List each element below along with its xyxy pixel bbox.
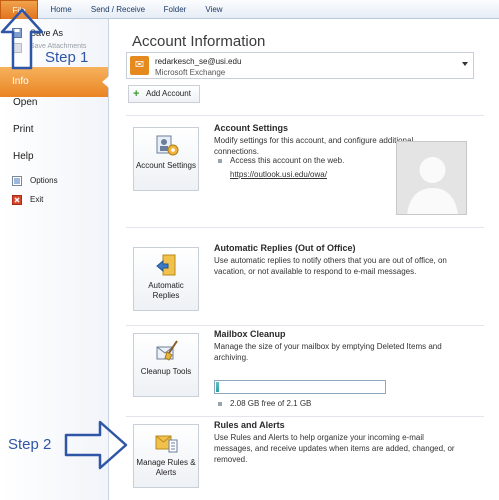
automatic-replies-heading: Automatic Replies (Out of Office) <box>214 243 356 253</box>
account-settings-heading: Account Settings <box>214 123 289 133</box>
rules-alerts-description: Use Rules and Alerts to help organize yo… <box>214 433 455 464</box>
cleanup-tools-button-label: Cleanup Tools <box>140 367 192 376</box>
sidebar-item-label: Print <box>13 124 34 135</box>
account-type: Microsoft Exchange <box>155 68 226 77</box>
account-selector[interactable]: ✉ redarkesch_se@usi.edu Microsoft Exchan… <box>126 52 474 79</box>
automatic-replies-icon <box>156 254 176 276</box>
sidebar-item-label: Info <box>12 76 29 87</box>
tab-view[interactable]: View <box>198 0 230 19</box>
sidebar-item-info[interactable]: Info <box>0 67 109 97</box>
tab-send-receive[interactable]: Send / Receive <box>84 0 152 19</box>
mailbox-quota-bar <box>214 380 386 394</box>
bullet-icon <box>218 159 222 163</box>
add-account-label: Add Account <box>146 89 191 98</box>
sidebar-item-label: Help <box>13 151 34 162</box>
account-settings-button[interactable]: Account Settings <box>133 127 199 191</box>
divider <box>126 115 484 116</box>
manage-rules-alerts-button[interactable]: Manage Rules & Alerts <box>133 424 199 488</box>
sidebar-item-label: Exit <box>30 195 44 204</box>
rules-alerts-heading: Rules and Alerts <box>214 420 285 430</box>
tab-home[interactable]: Home <box>42 0 80 19</box>
owa-link[interactable]: https://outlook.usi.edu/owa/ <box>230 170 327 179</box>
page-title: Account Information <box>132 33 266 50</box>
plus-icon: + <box>133 88 140 100</box>
account-settings-description: Modify settings for this account, and co… <box>214 136 414 156</box>
divider <box>126 227 484 228</box>
step2-arrow-icon <box>64 420 128 470</box>
tab-folder[interactable]: Folder <box>155 0 195 19</box>
account-email: redarkesch_se@usi.edu <box>155 57 242 66</box>
automatic-replies-section: Automatic Replies Automatic Replies (Out… <box>126 239 490 325</box>
sidebar-item-label: Options <box>30 176 58 185</box>
automatic-replies-button[interactable]: Automatic Replies <box>133 247 199 311</box>
exit-icon <box>12 195 22 205</box>
web-access-text: Access this account on the web. <box>230 156 345 165</box>
mailbox-cleanup-description: Manage the size of your mailbox by empty… <box>214 342 442 362</box>
step1-arrow-icon <box>0 8 44 70</box>
rules-alerts-icon <box>155 435 178 453</box>
sidebar-item-label: Open <box>13 97 38 108</box>
mailbox-cleanup-section: Cleanup Tools Mailbox Cleanup Manage the… <box>126 325 490 411</box>
automatic-replies-description: Use automatic replies to notify others t… <box>214 256 447 276</box>
ribbon-tab-bar: File Home Send / Receive Folder View <box>0 0 499 19</box>
rules-alerts-section: Manage Rules & Alerts Rules and Alerts U… <box>126 416 490 500</box>
bullet-icon <box>218 402 222 406</box>
account-settings-icon <box>156 135 179 156</box>
add-account-button[interactable]: + Add Account <box>128 85 200 103</box>
step1-label: Step 1 <box>45 49 89 66</box>
cleanup-tools-button[interactable]: Cleanup Tools <box>133 333 199 397</box>
step2-label: Step 2 <box>8 436 52 453</box>
avatar-silhouette-icon <box>397 142 466 214</box>
options-icon <box>12 176 22 186</box>
manage-rules-alerts-button-label: Manage Rules & Alerts <box>136 458 196 477</box>
mailbox-quota-text: 2.08 GB free of 2.1 GB <box>230 399 312 408</box>
backstage-info-panel: Account Information ✉ redarkesch_se@usi.… <box>110 19 499 500</box>
cleanup-tools-icon <box>156 340 178 361</box>
chevron-down-icon[interactable] <box>462 62 468 66</box>
profile-photo-placeholder <box>396 141 467 215</box>
automatic-replies-button-label: Automatic Replies <box>148 281 184 300</box>
mailbox-quota-fill <box>216 382 220 392</box>
mailbox-cleanup-heading: Mailbox Cleanup <box>214 329 286 339</box>
account-settings-button-label: Account Settings <box>135 161 197 170</box>
exchange-account-icon: ✉ <box>130 56 149 75</box>
